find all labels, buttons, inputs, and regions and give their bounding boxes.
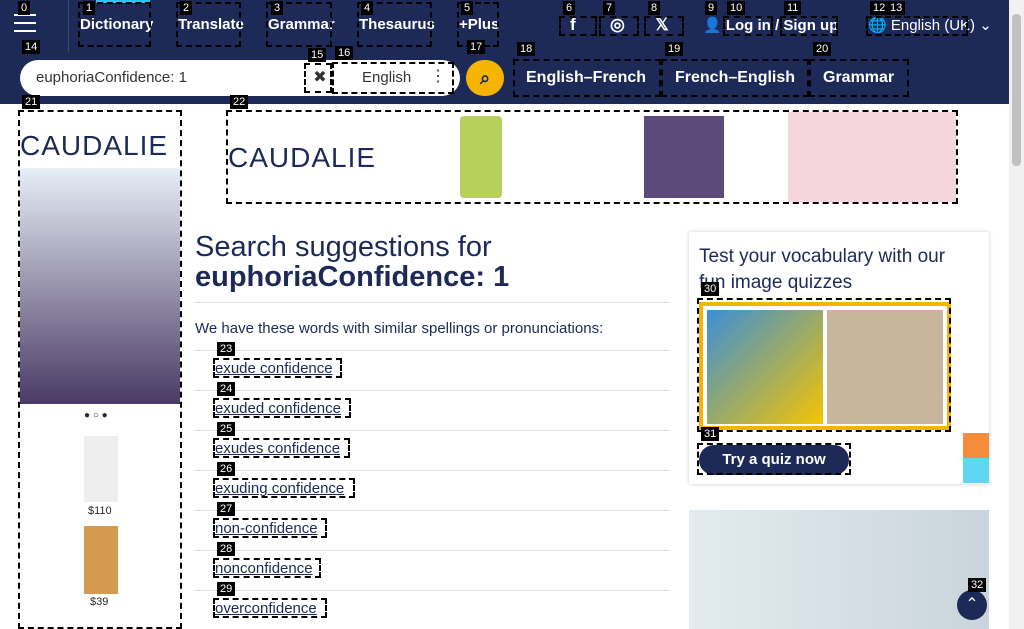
annotation-tag: 14 <box>22 40 41 54</box>
annotation-box <box>213 398 351 418</box>
annotation-tag: 18 <box>517 42 536 56</box>
annotation-tag: 5 <box>461 1 474 15</box>
annotation-tag: 6 <box>563 1 576 15</box>
scrollbar-thumb[interactable] <box>1012 14 1021 166</box>
annotation-tag: 15 <box>308 48 327 62</box>
annotation-box <box>213 438 350 458</box>
annotation-tag: 28 <box>217 542 236 556</box>
annotation-box <box>213 478 355 498</box>
annotation-tag: 12 <box>870 1 889 15</box>
annotation-box <box>332 62 454 94</box>
annotation-box <box>866 16 968 36</box>
ad-bottom[interactable] <box>689 510 989 629</box>
back-to-top-icon[interactable]: ⌃ <box>957 590 987 620</box>
annotation-tag: 0 <box>18 1 31 15</box>
annotation-tag: 10 <box>727 1 746 15</box>
annotation-box <box>644 16 684 36</box>
annotation-box <box>723 16 773 36</box>
annotation-tag: 23 <box>217 342 236 356</box>
divider <box>195 390 669 391</box>
annotation-box <box>661 59 809 97</box>
search-input[interactable]: euphoriaConfidence: 1 <box>36 69 187 86</box>
search-button[interactable]: ⌕ <box>466 60 504 96</box>
annotation-tag: 29 <box>217 582 236 596</box>
annotation-box <box>213 518 327 538</box>
top-nav-bar: Dictionary Translate Grammar Thesaurus +… <box>0 0 1009 52</box>
annotation-box <box>213 358 342 378</box>
quiz-title: Test your vocabulary with our fun image … <box>699 246 946 293</box>
annotation-box <box>213 558 321 578</box>
page-title: Search suggestions for euphoriaConfidenc… <box>195 232 509 292</box>
annotation-tag: 16 <box>335 46 354 60</box>
chevron-down-icon: ⌄ <box>979 17 992 34</box>
annotation-box <box>213 598 327 618</box>
annotation-tag: 32 <box>968 578 987 592</box>
divider <box>195 510 669 511</box>
annotation-box <box>559 16 597 36</box>
annotation-box <box>304 63 332 93</box>
annotation-tag: 24 <box>217 382 236 396</box>
divider <box>195 590 669 591</box>
annotation-box <box>809 59 909 97</box>
annotation-tag: 26 <box>217 462 236 476</box>
annotation-box <box>780 16 838 36</box>
annotation-tag: 22 <box>230 95 249 109</box>
annotation-tag: 19 <box>665 42 684 56</box>
side-tab[interactable] <box>963 433 989 458</box>
annotation-box <box>18 110 182 629</box>
annotation-tag: 20 <box>813 42 832 56</box>
annotation-tag: 13 <box>887 1 906 15</box>
annotation-tag: 8 <box>648 1 661 15</box>
annotation-box <box>697 443 851 475</box>
title-prefix: Search suggestions for <box>195 231 492 263</box>
scrollbar[interactable] <box>1009 0 1024 629</box>
divider <box>195 430 669 431</box>
annotation-tag: 2 <box>180 1 193 15</box>
nav-divider <box>68 0 69 52</box>
divider <box>195 350 669 351</box>
annotation-tag: 4 <box>361 1 374 15</box>
side-tab[interactable] <box>963 458 989 483</box>
intro-text: We have these words with similar spellin… <box>195 320 604 337</box>
annotation-tag: 11 <box>784 1 802 15</box>
menu-icon[interactable] <box>14 14 36 32</box>
login-slash: / <box>775 17 780 34</box>
title-term: euphoriaConfidence: 1 <box>195 261 510 293</box>
ad-image <box>689 510 989 629</box>
annotation-box <box>697 298 951 432</box>
annotation-tag: 21 <box>22 95 41 109</box>
annotation-tag: 1 <box>83 1 96 15</box>
annotation-tag: 27 <box>217 502 236 516</box>
annotation-tag: 31 <box>701 427 720 441</box>
annotation-tag: 9 <box>705 1 718 15</box>
annotation-tag: 7 <box>603 1 616 15</box>
annotation-tag: 3 <box>271 1 284 15</box>
user-icon: 👤 <box>703 17 722 34</box>
annotation-box <box>226 110 958 204</box>
annotation-tag: 30 <box>701 282 720 296</box>
divider <box>195 470 669 471</box>
divider <box>195 302 669 303</box>
annotation-box <box>599 16 639 36</box>
divider <box>195 550 669 551</box>
annotation-tag: 25 <box>217 422 236 436</box>
annotation-box <box>513 59 661 97</box>
annotation-tag: 17 <box>467 40 486 54</box>
